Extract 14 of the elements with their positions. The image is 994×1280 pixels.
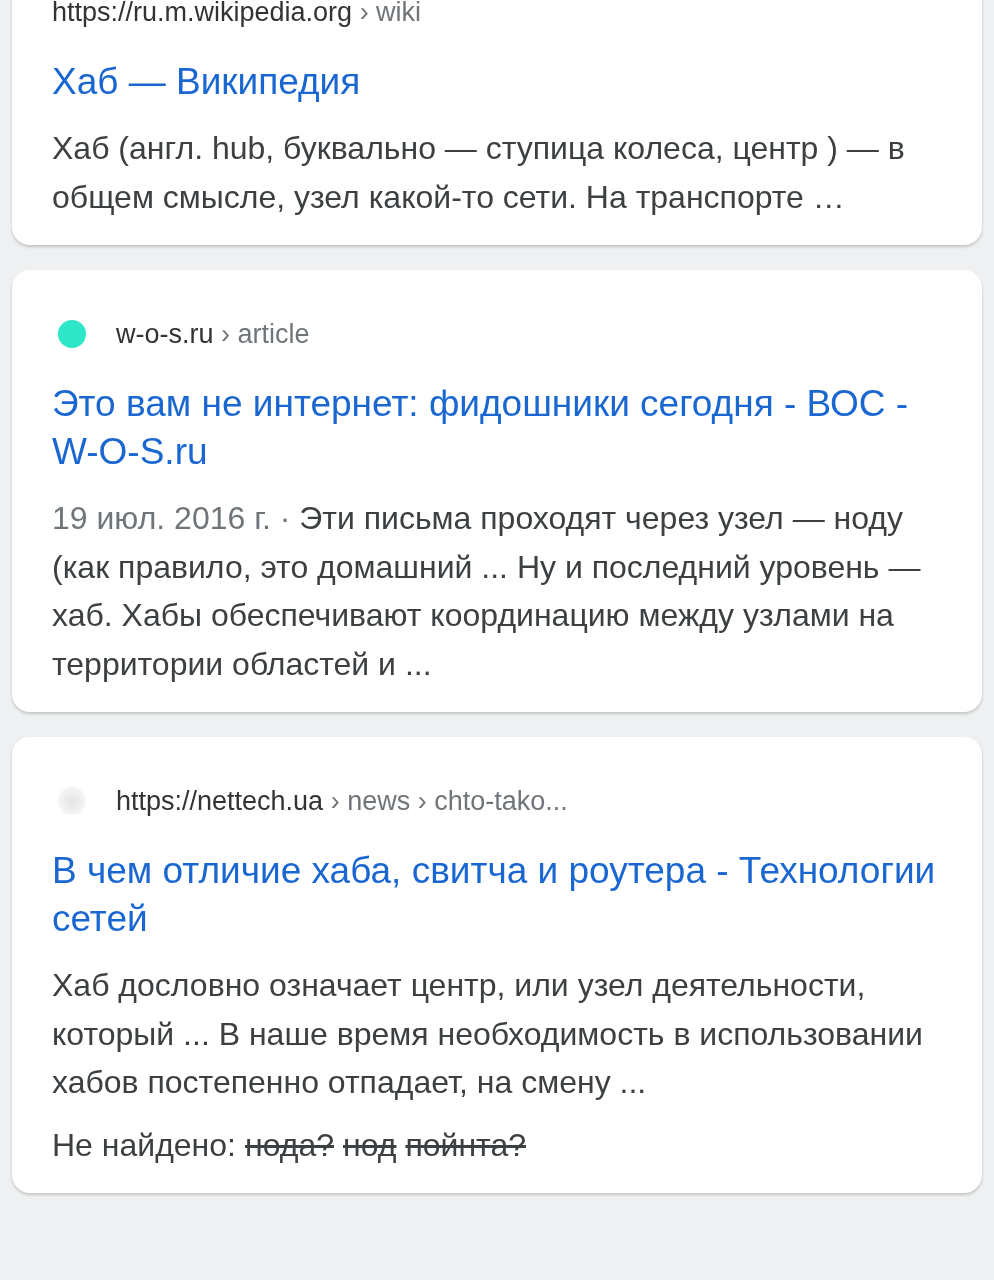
result-title-link[interactable]: В чем отличие хаба, свитча и роутера - Технологии сетей <box>52 847 942 943</box>
result-url[interactable]: w-o-s.ru › article <box>116 318 310 350</box>
result-snippet: Хаб дословно означает центр, или узел деятельности, который ... В наше время необходимость в использовании хабов постепенно отпадает, на смену ... <box>52 966 924 1102</box>
site-favicon-icon <box>58 787 86 815</box>
missing-term: пойнта? <box>405 1125 526 1165</box>
result-url[interactable]: https://nettech.ua › news › chto-tako... <box>116 785 568 817</box>
missing-label: Не найдено: <box>52 1125 236 1165</box>
result-url[interactable]: https://ru.m.wikipedia.org › wiki <box>52 0 422 28</box>
result-snippet: 19 июл. 2016 г. · Эти письма проходят через узел — ноду (как правило, это домашний ... Ну и последний уровень — хаб. Хабы обеспечивают координацию между узлами на территории областей и ... <box>52 499 922 684</box>
missing-term: нода? <box>244 1125 334 1165</box>
result-title-link[interactable]: Хаб — Википедия <box>52 58 942 106</box>
missing-term: нод <box>343 1125 397 1165</box>
result-snippet: Хаб (англ. hub, буквально — ступица колеса, центр ) — в общем смысле, узел какой-то сети. На транспорте … <box>52 129 906 217</box>
result-title-link[interactable]: Это вам не интернет: фидошники сегодня - ВОС - W-O-S.ru <box>52 380 942 476</box>
